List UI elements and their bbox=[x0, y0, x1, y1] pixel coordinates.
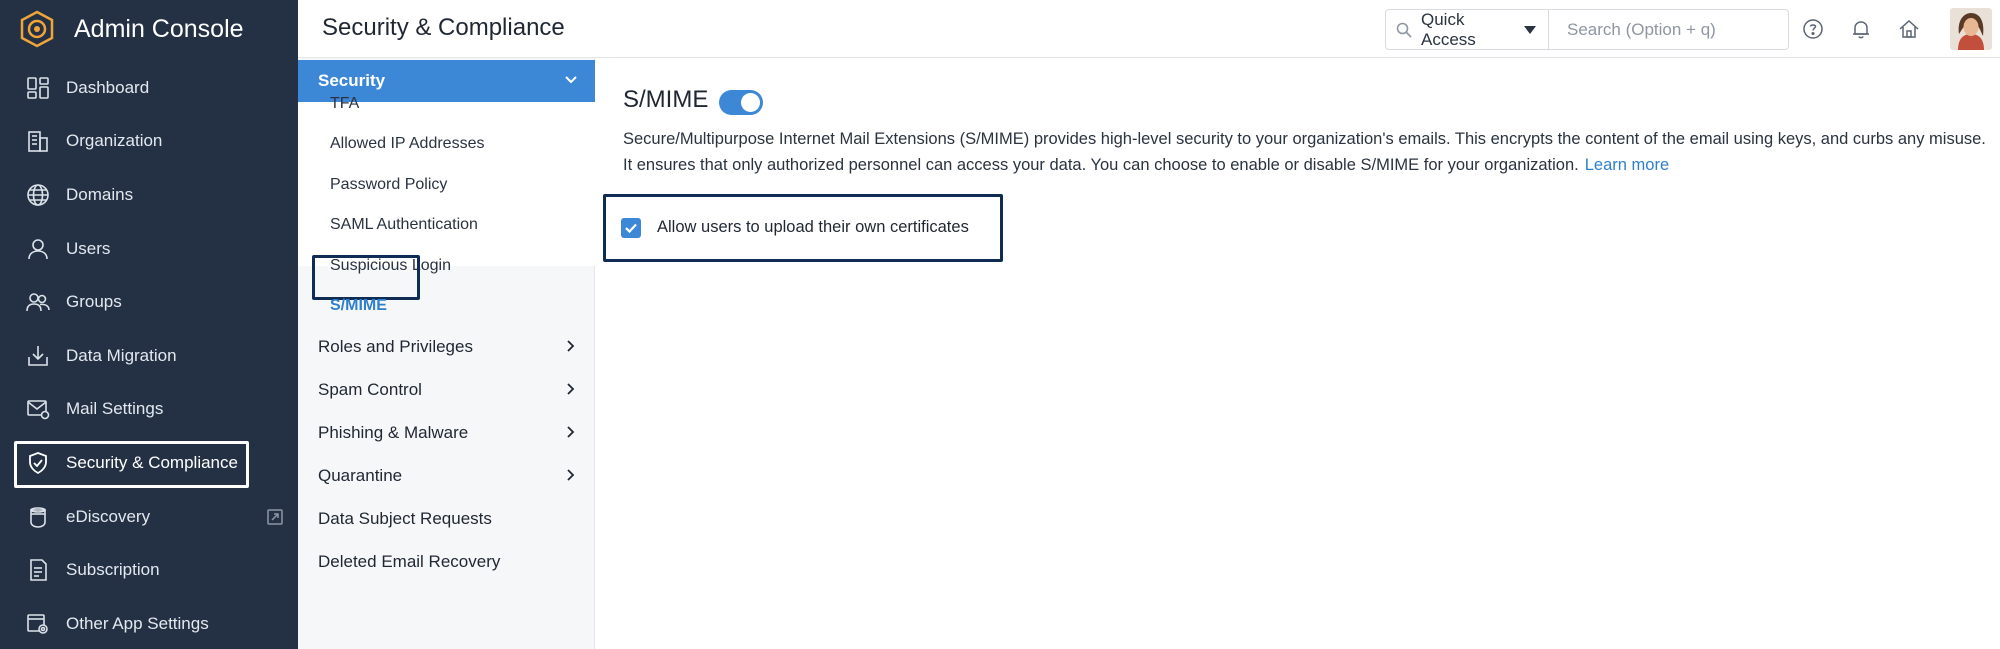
submenu-group-deleted-email-recovery[interactable]: Deleted Email Recovery bbox=[298, 540, 595, 583]
chevron-right-icon bbox=[563, 467, 579, 488]
sidebar-item-label: Mail Settings bbox=[66, 399, 164, 419]
subscription-icon bbox=[24, 556, 52, 584]
mail-settings-icon bbox=[24, 395, 52, 423]
submenu-group-spam[interactable]: Spam Control bbox=[298, 368, 595, 411]
sidebar-item-label: Dashboard bbox=[66, 77, 150, 97]
sidebar-item-groups[interactable]: Groups bbox=[0, 275, 298, 329]
submenu-group-data-subject-requests[interactable]: Data Subject Requests bbox=[298, 497, 595, 540]
caret-down-icon bbox=[1524, 25, 1536, 34]
bell-icon[interactable] bbox=[1849, 17, 1873, 41]
sidebar-nav: Dashboard Organization Domains Users Gro… bbox=[0, 61, 298, 649]
allow-upload-checkbox[interactable] bbox=[621, 218, 641, 238]
sidebar-item-label: Users bbox=[66, 238, 111, 258]
top-header: Security & Compliance Quick Access bbox=[298, 0, 2000, 58]
sidebar-item-users[interactable]: Users bbox=[0, 222, 298, 276]
sidebar-item-label: Organization bbox=[66, 131, 163, 151]
sidebar: Admin Console Dashboard Organization Dom… bbox=[0, 0, 298, 649]
organization-icon bbox=[24, 127, 52, 155]
sidebar-item-dashboard[interactable]: Dashboard bbox=[0, 61, 298, 115]
admin-console-logo-icon bbox=[18, 10, 56, 48]
group-label: Data Subject Requests bbox=[318, 508, 492, 528]
smime-toggle[interactable] bbox=[719, 90, 763, 115]
sidebar-item-security-compliance[interactable]: Security & Compliance bbox=[0, 436, 298, 490]
group-label: Phishing & Malware bbox=[318, 422, 469, 442]
section-label: Security bbox=[318, 71, 386, 90]
group-label: Spam Control bbox=[318, 379, 422, 399]
external-link-icon bbox=[266, 508, 284, 526]
admin-console-app: Admin Console Dashboard Organization Dom… bbox=[0, 0, 2000, 649]
description-text: Secure/Multipurpose Internet Mail Extens… bbox=[623, 130, 1986, 174]
groups-icon bbox=[24, 288, 52, 316]
quick-access-dropdown[interactable]: Quick Access bbox=[1386, 10, 1549, 49]
search-icon bbox=[1396, 22, 1412, 38]
brand[interactable]: Admin Console bbox=[0, 0, 298, 58]
ediscovery-icon bbox=[24, 503, 52, 531]
group-label: Deleted Email Recovery bbox=[318, 551, 501, 571]
sidebar-item-data-migration[interactable]: Data Migration bbox=[0, 329, 298, 383]
allow-upload-label[interactable]: Allow users to upload their own certific… bbox=[657, 218, 969, 237]
smime-description: Secure/Multipurpose Internet Mail Extens… bbox=[623, 126, 1993, 178]
active-highlight bbox=[14, 441, 249, 489]
search-input[interactable] bbox=[1549, 10, 1788, 49]
submenu-item-smime[interactable]: S/MIME bbox=[330, 297, 387, 315]
submenu-group-phishing[interactable]: Phishing & Malware bbox=[298, 411, 595, 454]
checkmark-icon bbox=[625, 223, 637, 234]
sidebar-item-ediscovery[interactable]: eDiscovery bbox=[0, 490, 298, 544]
submenu-group-roles[interactable]: Roles and Privileges bbox=[298, 325, 595, 368]
active-item-highlight bbox=[312, 255, 420, 300]
data-migration-icon bbox=[24, 342, 52, 370]
group-label: Quarantine bbox=[318, 465, 403, 485]
sidebar-item-label: Groups bbox=[66, 292, 122, 312]
group-label: Roles and Privileges bbox=[318, 336, 473, 356]
submenu-item-tfa[interactable]: TFA bbox=[330, 95, 359, 113]
sidebar-item-label: Domains bbox=[66, 184, 134, 204]
security-submenu: Security TFA Allowed IP Addresses Passwo… bbox=[298, 58, 595, 649]
app-title: Admin Console bbox=[74, 14, 244, 43]
chevron-right-icon bbox=[563, 381, 579, 402]
submenu-item-allowed-ip[interactable]: Allowed IP Addresses bbox=[330, 135, 484, 153]
section-title: S/MIME bbox=[623, 86, 709, 113]
submenu-item-saml[interactable]: SAML Authentication bbox=[330, 216, 478, 234]
user-icon bbox=[24, 235, 52, 263]
sidebar-item-organization[interactable]: Organization bbox=[0, 115, 298, 169]
submenu-group-quarantine[interactable]: Quarantine bbox=[298, 454, 595, 497]
avatar[interactable] bbox=[1950, 8, 1992, 50]
sidebar-item-label: eDiscovery bbox=[66, 506, 151, 526]
learn-more-link[interactable]: Learn more bbox=[1585, 156, 1669, 174]
sidebar-item-other-app-settings[interactable]: Other App Settings bbox=[0, 597, 298, 649]
quick-access-label: Quick Access bbox=[1421, 9, 1476, 49]
chevron-right-icon bbox=[563, 338, 579, 359]
search-bar: Quick Access bbox=[1385, 9, 1789, 50]
sidebar-item-label: Data Migration bbox=[66, 345, 177, 365]
main-content: S/MIME Secure/Multipurpose Internet Mail… bbox=[595, 58, 2000, 649]
toggle-knob bbox=[741, 93, 760, 112]
help-icon[interactable] bbox=[1801, 17, 1825, 41]
sidebar-item-mail-settings[interactable]: Mail Settings bbox=[0, 383, 298, 437]
dashboard-icon bbox=[24, 74, 52, 102]
chevron-down-icon bbox=[563, 72, 579, 93]
app-settings-icon bbox=[24, 610, 52, 638]
chevron-right-icon bbox=[563, 424, 579, 445]
globe-icon bbox=[24, 181, 52, 209]
sidebar-item-subscription[interactable]: Subscription bbox=[0, 543, 298, 597]
page-title: Security & Compliance bbox=[322, 14, 565, 41]
home-icon[interactable] bbox=[1897, 17, 1921, 41]
submenu-item-password-policy[interactable]: Password Policy bbox=[330, 176, 447, 194]
sidebar-item-label: Other App Settings bbox=[66, 613, 209, 633]
sidebar-item-label: Subscription bbox=[66, 560, 160, 580]
sidebar-item-domains[interactable]: Domains bbox=[0, 168, 298, 222]
